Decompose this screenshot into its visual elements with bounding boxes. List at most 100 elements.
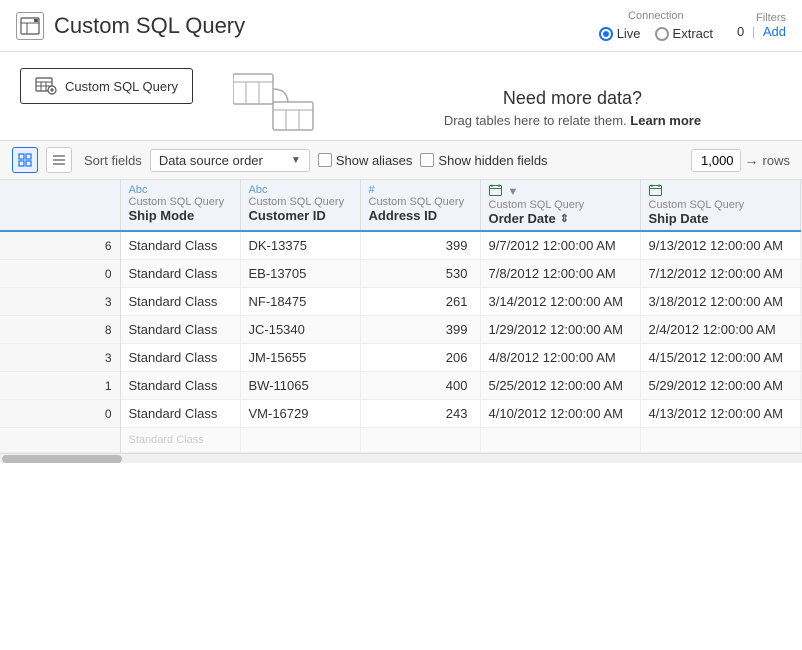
customer-id-cell: EB-13705 xyxy=(240,260,360,288)
customer-id-cell: JC-15340 xyxy=(240,316,360,344)
row-num-cell: 1 xyxy=(0,372,120,400)
sort-dropdown[interactable]: Data source order ▼ xyxy=(150,149,310,172)
ship-mode-cell: Standard Class xyxy=(120,400,240,428)
address-id-cell: 261 xyxy=(360,288,480,316)
add-filter-link[interactable]: Add xyxy=(763,24,786,39)
table-header-row: Abc Custom SQL Query Ship Mode Abc Custo… xyxy=(0,180,802,231)
customer-id-cell: NF-18475 xyxy=(240,288,360,316)
data-table: Abc Custom SQL Query Ship Mode Abc Custo… xyxy=(0,180,802,453)
ship-mode-cell: Standard Class xyxy=(120,316,240,344)
order-date-cell: 3/14/2012 12:00:00 AM xyxy=(480,288,640,316)
need-more-data-text: Need more data? xyxy=(363,88,782,109)
row-num-cell: 6 xyxy=(0,231,120,260)
customer-id-cell: DK-13375 xyxy=(240,231,360,260)
rows-label: rows xyxy=(763,153,790,168)
extract-option[interactable]: Extract xyxy=(655,26,713,41)
order-date-cell: 5/25/2012 12:00:00 AM xyxy=(480,372,640,400)
filters-group: Filters 0 | Add xyxy=(737,12,786,39)
address-id-source: Custom SQL Query xyxy=(369,196,472,208)
filters-label: Filters xyxy=(756,12,786,24)
live-radio[interactable] xyxy=(599,27,613,41)
rows-arrow-icon[interactable]: → xyxy=(745,152,759,168)
sql-table-icon xyxy=(35,77,57,95)
extract-label: Extract xyxy=(673,26,713,41)
table-row: 3 Standard Class JM-15655 206 4/8/2012 1… xyxy=(0,344,802,372)
dropdown-arrow-icon: ▼ xyxy=(291,155,301,166)
ship-mode-source: Custom SQL Query xyxy=(129,196,232,208)
drag-subtitle: Drag tables here to relate them. Learn m… xyxy=(363,113,782,128)
grid-view-button[interactable] xyxy=(12,147,38,173)
list-view-button[interactable] xyxy=(46,147,72,173)
sort-dropdown-value: Data source order xyxy=(159,153,263,168)
row-num-cell: 0 xyxy=(0,400,120,428)
header-left: Custom SQL Query xyxy=(16,12,599,40)
row-num-header xyxy=(0,180,120,231)
row-num-cell: 8 xyxy=(0,316,120,344)
sql-query-box[interactable]: Custom SQL Query xyxy=(20,68,193,104)
sheet-icon-button[interactable] xyxy=(16,12,44,40)
row-num-cell: 3 xyxy=(0,288,120,316)
rows-input[interactable]: 1,000 xyxy=(691,149,741,172)
address-id-cell: 530 xyxy=(360,260,480,288)
extract-radio[interactable] xyxy=(655,27,669,41)
learn-more-link[interactable]: Learn more xyxy=(630,113,701,128)
ship-date-cell: 5/29/2012 12:00:00 AM xyxy=(640,372,800,400)
filters-row: 0 | Add xyxy=(737,24,786,39)
show-hidden-option[interactable]: Show hidden fields xyxy=(420,153,547,168)
customer-id-source: Custom SQL Query xyxy=(249,196,352,208)
ship-mode-cell: Standard Class xyxy=(120,260,240,288)
col-header-order-date: ▼ Custom SQL Query Order Date ⇕ xyxy=(480,180,640,231)
address-id-cell: 399 xyxy=(360,316,480,344)
ship-date-cell: 4/15/2012 12:00:00 AM xyxy=(640,344,800,372)
ship-date-cell: 4/13/2012 12:00:00 AM xyxy=(640,400,800,428)
filters-divider: | xyxy=(748,24,759,39)
show-hidden-label: Show hidden fields xyxy=(438,153,547,168)
show-aliases-option[interactable]: Show aliases xyxy=(318,153,413,168)
ship-mode-cell: Standard Class xyxy=(120,372,240,400)
row-num-cell: 3 xyxy=(0,344,120,372)
address-id-cell: 399 xyxy=(360,231,480,260)
order-date-cell: 1/29/2012 12:00:00 AM xyxy=(480,316,640,344)
connection-group: Connection Live Extract xyxy=(599,10,713,41)
drag-area: Need more data? Drag tables here to rela… xyxy=(363,68,782,128)
ship-date-source: Custom SQL Query xyxy=(649,199,792,211)
table-row: 1 Standard Class BW-11065 400 5/25/2012 … xyxy=(0,372,802,400)
order-date-cell: 7/8/2012 12:00:00 AM xyxy=(480,260,640,288)
order-date-source: Custom SQL Query xyxy=(489,199,632,211)
ship-mode-cell: Standard Class xyxy=(120,288,240,316)
show-aliases-label: Show aliases xyxy=(336,153,413,168)
table-row: 0 Standard Class VM-16729 243 4/10/2012 … xyxy=(0,400,802,428)
order-date-sort-icon[interactable]: ⇕ xyxy=(560,212,569,225)
ship-mode-name: Ship Mode xyxy=(129,208,232,223)
ship-date-cell: 3/18/2012 12:00:00 AM xyxy=(640,288,800,316)
canvas-area: Custom SQL Query xyxy=(0,52,802,141)
ship-mode-cell: Standard Class xyxy=(120,231,240,260)
address-id-cell: 243 xyxy=(360,400,480,428)
table-row: 6 Standard Class DK-13375 399 9/7/2012 1… xyxy=(0,231,802,260)
connection-label: Connection xyxy=(628,10,684,22)
col-header-customer-id: Abc Custom SQL Query Customer ID xyxy=(240,180,360,231)
table-row-truncated: Standard Class xyxy=(0,428,802,453)
bottom-scrollbar[interactable] xyxy=(0,453,802,463)
filters-count: 0 xyxy=(737,24,744,39)
col-header-ship-mode: Abc Custom SQL Query Ship Mode xyxy=(120,180,240,231)
row-num-cell: 0 xyxy=(0,260,120,288)
show-hidden-checkbox[interactable] xyxy=(420,153,434,167)
data-table-wrapper: Abc Custom SQL Query Ship Mode Abc Custo… xyxy=(0,180,802,463)
show-aliases-checkbox[interactable] xyxy=(318,153,332,167)
order-date-name: Order Date ⇕ xyxy=(489,211,632,226)
bottom-scroll-thumb[interactable] xyxy=(2,455,122,463)
table-row: 8 Standard Class JC-15340 399 1/29/2012 … xyxy=(0,316,802,344)
page-title: Custom SQL Query xyxy=(54,13,245,39)
ship-date-cell: 7/12/2012 12:00:00 AM xyxy=(640,260,800,288)
connection-options: Live Extract xyxy=(599,26,713,41)
order-date-cell: 9/7/2012 12:00:00 AM xyxy=(480,231,640,260)
canvas-content: Custom SQL Query xyxy=(20,68,782,132)
col-header-address-id: # Custom SQL Query Address ID xyxy=(360,180,480,231)
address-id-name: Address ID xyxy=(369,208,472,223)
address-id-cell: 400 xyxy=(360,372,480,400)
live-option[interactable]: Live xyxy=(599,26,641,41)
relation-visual xyxy=(233,72,323,132)
sql-query-label: Custom SQL Query xyxy=(65,79,178,94)
rows-input-group: 1,000 → rows xyxy=(691,149,790,172)
